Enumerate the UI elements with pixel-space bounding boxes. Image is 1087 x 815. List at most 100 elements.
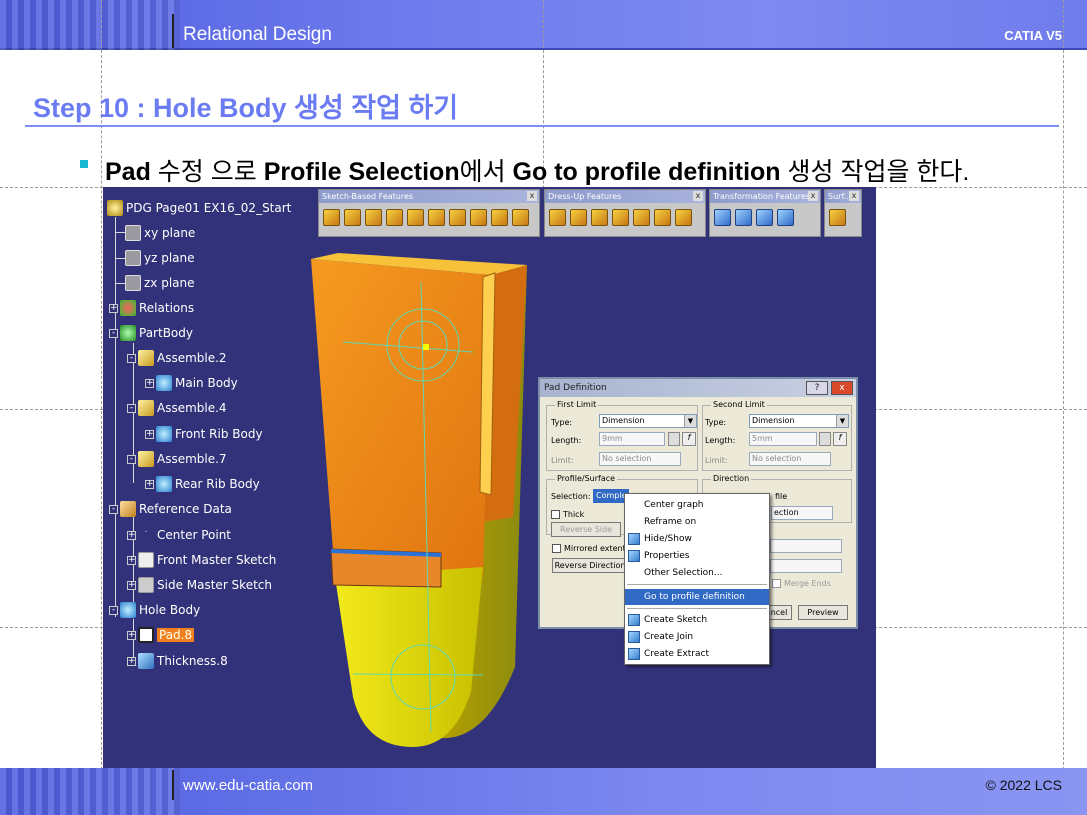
expand-icon[interactable]: +	[127, 530, 136, 540]
tree-item-pad-8[interactable]: + Pad.8	[127, 626, 195, 644]
stiffener-tool-icon[interactable]	[470, 209, 487, 226]
menu-item-other-selection[interactable]: Other Selection...	[625, 565, 769, 581]
tree-item-xy-plane[interactable]: xy plane	[125, 224, 195, 242]
tree-item-zx-plane[interactable]: zx plane	[125, 274, 195, 292]
thin-field-2[interactable]	[770, 559, 842, 573]
second-limit-type-select[interactable]: Dimension ▼	[749, 414, 849, 428]
close-button[interactable]: x	[831, 381, 853, 395]
collapse-icon[interactable]: -	[127, 403, 136, 413]
expand-icon[interactable]: +	[145, 378, 154, 388]
tree-item-label: Pad.8	[157, 628, 195, 642]
help-button[interactable]: ?	[806, 381, 828, 395]
rib-tool-icon[interactable]	[428, 209, 445, 226]
relations-icon	[120, 300, 136, 316]
menu-item-create-sketch[interactable]: Create Sketch	[625, 612, 769, 628]
thread-tool-icon[interactable]	[654, 209, 671, 226]
tree-item-front-master-sketch[interactable]: + Front Master Sketch	[127, 551, 276, 569]
group-label: Direction	[711, 474, 752, 483]
thin-field-1[interactable]	[770, 539, 842, 553]
tree-item-side-master-sketch[interactable]: + Side Master Sketch	[127, 576, 272, 594]
collapse-icon[interactable]: -	[109, 504, 118, 514]
close-icon[interactable]: x	[693, 191, 703, 201]
tree-item-root[interactable]: PDG Page01 EX16_02_Start	[107, 199, 291, 217]
preview-button[interactable]: Preview	[798, 605, 848, 620]
expand-icon[interactable]: +	[127, 580, 136, 590]
expand-icon[interactable]: +	[127, 555, 136, 565]
menu-item-create-extract[interactable]: Create Extract	[625, 646, 769, 662]
pocket-tool-icon[interactable]	[344, 209, 361, 226]
tree-item-center-point[interactable]: + · Center Point	[127, 526, 231, 544]
instruction-text-3: 생성 작업을 한다.	[780, 158, 970, 186]
tree-item-relations[interactable]: + Relations	[109, 299, 194, 317]
mirrored-extent-checkbox[interactable]	[552, 544, 561, 553]
formula-icon[interactable]: f	[833, 432, 847, 446]
tree-item-partbody[interactable]: - PartBody	[109, 324, 193, 342]
reference-input[interactable]: ection	[771, 506, 833, 520]
expand-icon[interactable]: +	[109, 303, 118, 313]
expand-icon[interactable]: +	[145, 479, 154, 489]
close-icon[interactable]: x	[527, 191, 537, 201]
draft-tool-icon[interactable]	[591, 209, 608, 226]
menu-item-properties[interactable]: Properties	[625, 548, 769, 564]
tree-item-front-rib-body[interactable]: + Front Rib Body	[145, 425, 263, 443]
reverse-side-button[interactable]: Reverse Side	[551, 522, 621, 537]
merge-ends-checkbox[interactable]	[772, 579, 781, 588]
thick-checkbox[interactable]	[551, 510, 560, 519]
tree-item-assemble-2[interactable]: - Assemble.2	[127, 349, 227, 367]
menu-item-reframe-on[interactable]: Reframe on	[625, 514, 769, 530]
remove-loft-tool-icon[interactable]	[512, 209, 529, 226]
shaft-tool-icon[interactable]	[365, 209, 382, 226]
second-limit-input[interactable]: No selection	[749, 452, 831, 466]
close-icon[interactable]: x	[808, 191, 818, 201]
instruction-bold-2: Profile Selection	[263, 158, 460, 186]
fillet-tool-icon[interactable]	[549, 209, 566, 226]
pattern-tool-icon[interactable]	[756, 209, 773, 226]
loft-tool-icon[interactable]	[491, 209, 508, 226]
toolbar-title-text: Dress-Up Features	[548, 192, 622, 201]
tree-item-rear-rib-body[interactable]: + Rear Rib Body	[145, 475, 260, 493]
expand-icon[interactable]: +	[145, 429, 154, 439]
tree-item-assemble-4[interactable]: - Assemble.4	[127, 399, 227, 417]
tree-item-thickness-8[interactable]: + Thickness.8	[127, 652, 228, 670]
close-icon[interactable]: x	[849, 191, 859, 201]
split-tool-icon[interactable]	[829, 209, 846, 226]
spinner-icon[interactable]	[819, 432, 831, 446]
thickness-tool-icon[interactable]	[633, 209, 650, 226]
tree-item-yz-plane[interactable]: yz plane	[125, 249, 195, 267]
second-length-input[interactable]: 5mm	[749, 432, 817, 446]
menu-item-label: Create Join	[644, 632, 694, 642]
collapse-icon[interactable]: -	[109, 605, 118, 615]
reverse-direction-button[interactable]: Reverse Direction	[552, 558, 628, 573]
expand-icon[interactable]: +	[127, 656, 136, 666]
collapse-icon[interactable]: -	[127, 353, 136, 363]
collapse-icon[interactable]: -	[127, 454, 136, 464]
menu-item-center-graph[interactable]: Center graph	[625, 497, 769, 513]
tree-item-label: Center Point	[157, 528, 231, 542]
menu-item-create-join[interactable]: Create Join	[625, 629, 769, 645]
tree-item-main-body[interactable]: + Main Body	[145, 374, 238, 392]
expand-icon[interactable]: +	[127, 630, 136, 640]
mirror-tool-icon[interactable]	[735, 209, 752, 226]
tree-item-reference-data[interactable]: - Reference Data	[109, 500, 232, 518]
first-limit-input[interactable]: No selection	[599, 452, 681, 466]
pad-tool-icon[interactable]	[323, 209, 340, 226]
tree-item-hole-body[interactable]: - Hole Body	[109, 601, 200, 619]
shell-tool-icon[interactable]	[612, 209, 629, 226]
collapse-icon[interactable]: -	[109, 328, 118, 338]
first-length-input[interactable]: 9mm	[599, 432, 665, 446]
spinner-icon[interactable]	[668, 432, 680, 446]
scaling-tool-icon[interactable]	[777, 209, 794, 226]
chamfer-tool-icon[interactable]	[570, 209, 587, 226]
hole-tool-icon[interactable]	[407, 209, 424, 226]
menu-item-go-to-profile-definition[interactable]: Go to profile definition	[625, 589, 769, 605]
translation-tool-icon[interactable]	[714, 209, 731, 226]
formula-icon[interactable]: f	[682, 432, 696, 446]
remove-face-tool-icon[interactable]	[675, 209, 692, 226]
first-limit-type-select[interactable]: Dimension ▼	[599, 414, 697, 428]
tree-item-assemble-7[interactable]: - Assemble.7	[127, 450, 227, 468]
groove-tool-icon[interactable]	[386, 209, 403, 226]
first-limit-group: First Limit Type: Dimension ▼ Length: 9mm…	[546, 400, 698, 471]
menu-item-hide-show[interactable]: Hide/Show	[625, 531, 769, 547]
slot-tool-icon[interactable]	[449, 209, 466, 226]
select-value: Dimension	[752, 416, 795, 425]
